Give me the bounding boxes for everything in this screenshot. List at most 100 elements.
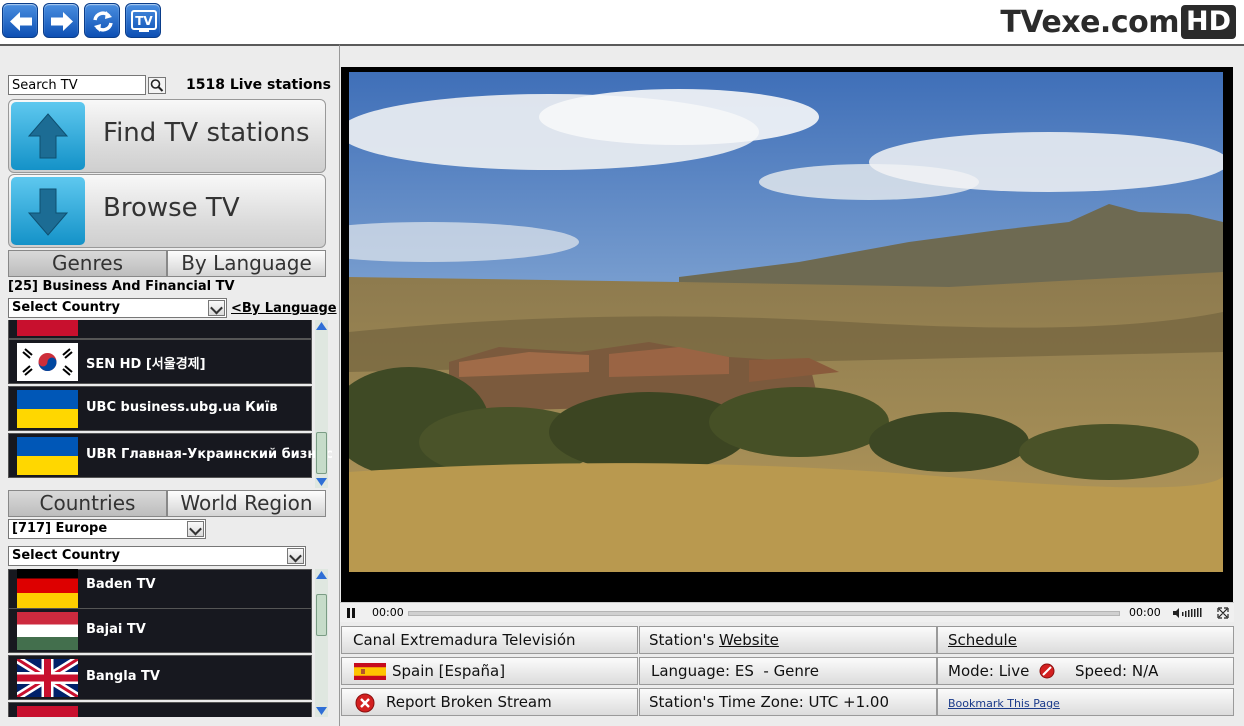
report-error-icon: [355, 693, 375, 713]
station-name-cell: Canal Extremadura Televisión: [341, 626, 638, 654]
logo-text: TVexe.com: [1000, 4, 1179, 40]
flag-icon: [17, 320, 78, 336]
back-arrow-icon[interactable]: [2, 3, 38, 38]
chevron-down-icon: [208, 300, 225, 316]
search-button[interactable]: [148, 77, 166, 94]
video-frame[interactable]: [349, 72, 1223, 572]
station-name: Baden TV: [86, 577, 156, 592]
chevron-down-icon: [287, 548, 304, 564]
country-cell: Spain [España]: [341, 657, 638, 685]
up-arrow-icon: [11, 102, 85, 170]
scroll-up-icon[interactable]: [315, 569, 328, 582]
country-name: Spain [España]: [392, 662, 506, 680]
flag-gb-icon: [17, 659, 78, 697]
genre-country-select[interactable]: Select Country: [8, 298, 227, 318]
browse-tv-label: Browse TV: [103, 193, 240, 223]
station-name: Canal Extremadura Televisión: [353, 631, 576, 649]
list-item[interactable]: UBC business.ubg.ua Київ: [8, 386, 312, 431]
top-bar: TV TVexe.com HD: [0, 0, 1244, 44]
logo-hd-badge: HD: [1180, 5, 1236, 39]
list-item[interactable]: UBR Главная-Украинский бизнес: [8, 433, 333, 478]
mode-speed-cell: Mode: Live Speed: N/A: [937, 657, 1234, 685]
speed-label: Speed: N/A: [1075, 662, 1159, 680]
flag-de-icon: [17, 569, 78, 608]
language-cell: Language: ES - Genre: [639, 657, 937, 685]
region-station-list: Baden TV Bajai TV Bangla TV: [8, 569, 336, 717]
player-controls: 00:00 00:00: [340, 602, 1234, 622]
website-prefix: Station's: [649, 631, 720, 649]
site-logo[interactable]: TVexe.com HD: [1000, 4, 1236, 40]
region-list-scrollbar[interactable]: [315, 569, 328, 717]
find-tv-stations-button[interactable]: Find TV stations: [8, 99, 326, 173]
tv-icon[interactable]: TV: [125, 3, 161, 38]
schedule-cell: Schedule: [937, 626, 1234, 654]
video-player[interactable]: [341, 67, 1233, 602]
volume-icon[interactable]: [1172, 607, 1204, 619]
down-arrow-icon: [11, 177, 85, 245]
tab-countries[interactable]: Countries: [8, 490, 167, 517]
live-station-count: 1518 Live stations: [186, 77, 331, 93]
station-name: UBR Главная-Украинский бизнес: [86, 447, 333, 462]
flag-es-icon: [354, 663, 386, 680]
total-time: 00:00: [1129, 606, 1161, 619]
bookmark-link[interactable]: Bookmark This Page: [948, 697, 1060, 710]
genre-station-list: SEN HD [서울경제] UBC business.ubg.ua Київ U…: [8, 320, 336, 488]
tab-world-region[interactable]: World Region: [167, 490, 326, 517]
tab-genres[interactable]: Genres: [8, 250, 167, 277]
flag-ua-icon: [17, 437, 78, 475]
genre-country-select-value: Select Country: [12, 300, 120, 315]
region-select[interactable]: [717] Europe: [8, 519, 206, 539]
flag-icon: [17, 706, 78, 717]
chevron-down-icon: [187, 521, 204, 537]
forward-arrow-icon[interactable]: [43, 3, 79, 38]
region-select-value: [717] Europe: [12, 521, 108, 536]
live-status-icon: [1039, 663, 1055, 679]
mode-label: Mode: Live: [948, 662, 1030, 680]
flag-ua-icon: [17, 390, 78, 428]
genre-list-scrollbar[interactable]: [315, 320, 328, 488]
bookmark-cell: Bookmark This Page: [937, 688, 1234, 716]
station-name: Bangla TV: [86, 669, 160, 684]
list-item[interactable]: Bangla TV: [8, 655, 312, 700]
station-name: SEN HD [서울경제]: [86, 357, 206, 372]
flag-hu-icon: [17, 612, 78, 650]
language-genre: Language: ES - Genre: [651, 662, 819, 680]
list-item-partial[interactable]: [8, 320, 312, 339]
by-language-link[interactable]: <By Language: [231, 301, 337, 316]
current-time: 00:00: [372, 606, 404, 619]
pause-icon[interactable]: [346, 607, 356, 619]
search-input[interactable]: [8, 75, 146, 95]
genre-heading: [25] Business And Financial TV: [8, 279, 235, 294]
tv-icon-text: TV: [135, 14, 153, 28]
refresh-icon[interactable]: [84, 3, 120, 38]
flag-kr-icon: [17, 343, 78, 381]
scroll-down-icon[interactable]: [315, 475, 328, 488]
video-landscape-image: [349, 72, 1223, 572]
station-timezone: Station's Time Zone: UTC +1.00: [649, 693, 889, 711]
scroll-down-icon[interactable]: [315, 704, 328, 717]
list-item-partial[interactable]: [8, 702, 312, 717]
search-icon: [150, 79, 164, 92]
list-item[interactable]: SEN HD [서울경제]: [8, 339, 312, 384]
scroll-thumb[interactable]: [316, 594, 327, 636]
report-cell[interactable]: Report Broken Stream: [341, 688, 638, 716]
fullscreen-icon[interactable]: [1217, 607, 1229, 619]
scroll-up-icon[interactable]: [315, 320, 328, 333]
browse-tv-button[interactable]: Browse TV: [8, 174, 326, 248]
tab-by-language[interactable]: By Language: [167, 250, 326, 277]
genre-tabs: Genres By Language: [8, 250, 326, 277]
right-panel: 00:00 00:00 Canal Extremadura Televisión…: [340, 44, 1244, 726]
region-country-select-value: Select Country: [12, 548, 120, 563]
station-website-cell: Station's Website: [639, 626, 937, 654]
schedule-link[interactable]: Schedule: [948, 631, 1017, 649]
station-name: UBC business.ubg.ua Київ: [86, 400, 278, 415]
region-country-select[interactable]: Select Country: [8, 546, 306, 566]
list-item[interactable]: Bajai TV: [8, 608, 312, 653]
region-tabs: Countries World Region: [8, 490, 326, 517]
scroll-thumb[interactable]: [316, 432, 327, 474]
seek-bar[interactable]: [408, 611, 1120, 616]
find-tv-stations-label: Find TV stations: [103, 118, 310, 148]
station-website-link[interactable]: Website: [719, 631, 779, 649]
left-panel: 1518 Live stations Find TV stations Brow…: [0, 44, 340, 726]
report-broken-stream-link[interactable]: Report Broken Stream: [386, 693, 552, 711]
